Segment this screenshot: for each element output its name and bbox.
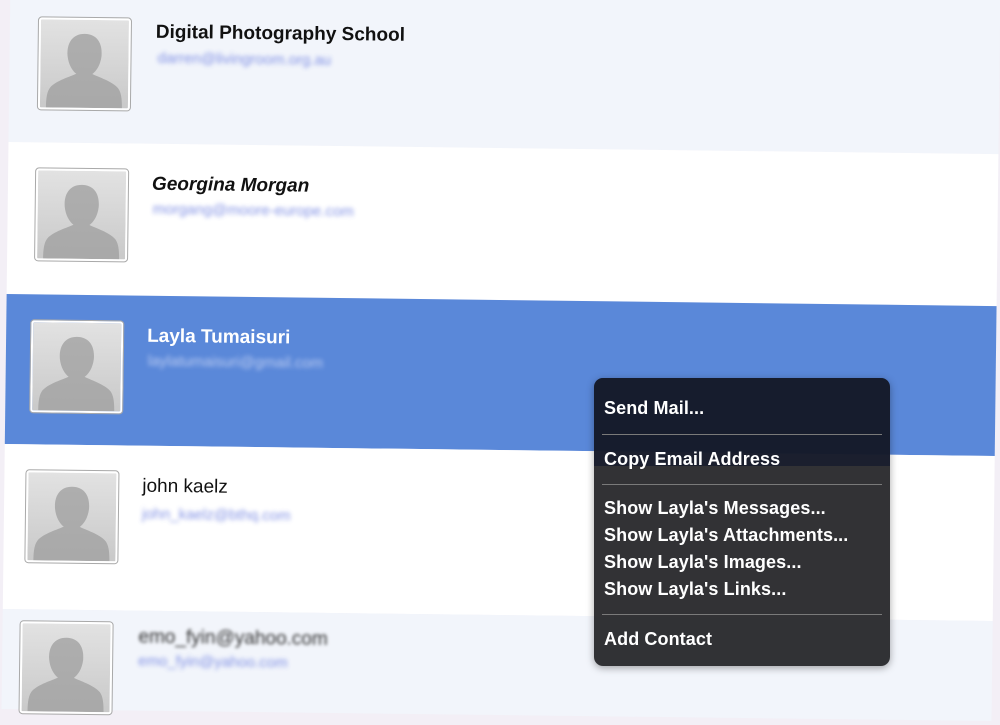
menu-item-show-images[interactable]: Show Layla's Images... xyxy=(604,552,802,573)
contact-name: emo_fyin@yahoo.com xyxy=(138,626,328,650)
contact-email: darren@livingroom.org.au xyxy=(157,49,332,69)
contact-name: Layla Tumaisuri xyxy=(147,325,291,349)
person-silhouette-icon xyxy=(24,469,120,565)
contact-email: morgang@moore-europe.com xyxy=(152,200,354,221)
menu-separator xyxy=(602,434,882,435)
contact-email: john_kaelz@bthq.com xyxy=(141,505,291,525)
contact-name: Digital Photography School xyxy=(155,21,406,46)
menu-separator xyxy=(602,484,882,485)
menu-item-copy-email[interactable]: Copy Email Address xyxy=(604,449,780,470)
menu-item-send-mail[interactable]: Send Mail... xyxy=(604,398,704,419)
menu-item-show-links[interactable]: Show Layla's Links... xyxy=(604,579,786,600)
menu-item-show-attachments[interactable]: Show Layla's Attachments... xyxy=(604,525,848,546)
menu-item-add-contact[interactable]: Add Contact xyxy=(604,629,712,650)
contact-name: Georgina Morgan xyxy=(151,173,310,197)
menu-separator xyxy=(602,614,882,615)
contact-name: john kaelz xyxy=(142,475,228,498)
contact-context-menu: Send Mail... Copy Email Address Show Lay… xyxy=(594,378,890,666)
menu-item-show-messages[interactable]: Show Layla's Messages... xyxy=(604,498,826,519)
person-silhouette-icon xyxy=(36,16,133,112)
contact-email: emo_fyin@yahoo.com xyxy=(138,652,288,672)
contact-row[interactable]: Digital Photography School darren@living… xyxy=(8,0,1000,155)
contact-row[interactable]: Georgina Morgan morgang@moore-europe.com xyxy=(6,141,999,307)
person-silhouette-icon xyxy=(29,319,125,415)
person-silhouette-icon xyxy=(18,620,114,716)
person-silhouette-icon xyxy=(34,167,130,263)
contact-email: laylatumaisuri@gmail.com xyxy=(147,352,324,372)
